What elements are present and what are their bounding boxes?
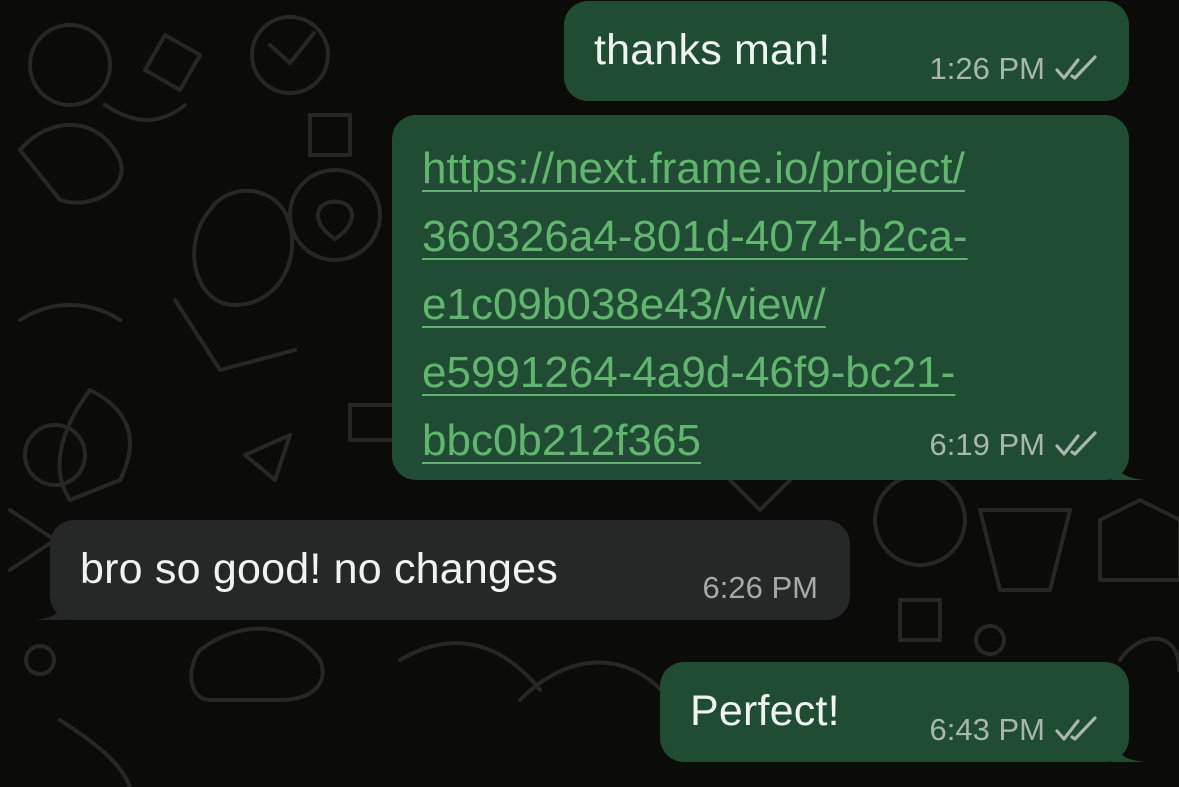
message-meta: 6:26 PM bbox=[703, 570, 818, 606]
link-line-4[interactable]: e5991264-4a9d-46f9-bc21- bbox=[422, 348, 955, 397]
message-outgoing-2[interactable]: Perfect! 6:43 PM bbox=[660, 662, 1145, 762]
message-meta: 6:43 PM bbox=[930, 712, 1101, 748]
message-outgoing-1[interactable]: thanks man! 1:26 PM bbox=[564, 1, 1129, 101]
message-text: Perfect! bbox=[690, 687, 840, 735]
message-meta: 1:26 PM bbox=[930, 51, 1101, 87]
link-line-5[interactable]: bbc0b212f365 bbox=[422, 416, 701, 465]
message-meta: 6:19 PM bbox=[930, 427, 1101, 463]
bubble-tail bbox=[1111, 446, 1145, 480]
message-incoming-1[interactable]: bro so good! no changes 6:26 PM bbox=[34, 520, 850, 620]
link-line-2[interactable]: 360326a4-801d-4074-b2ca- bbox=[422, 212, 968, 261]
bubble-tail bbox=[1111, 728, 1145, 762]
double-check-icon bbox=[1055, 431, 1097, 456]
message-time: 6:26 PM bbox=[702, 570, 818, 605]
message-time: 6:19 PM bbox=[929, 427, 1045, 462]
link-line-1[interactable]: https://next.frame.io/project/ bbox=[422, 144, 965, 193]
message-outgoing-link[interactable]: https://next.frame.io/project/ 360326a4-… bbox=[392, 115, 1145, 480]
message-link[interactable]: https://next.frame.io/project/ 360326a4-… bbox=[422, 135, 1122, 475]
double-check-icon bbox=[1055, 55, 1097, 80]
message-text: thanks man! bbox=[594, 26, 831, 74]
bubble-tail bbox=[34, 586, 68, 620]
link-line-3[interactable]: e1c09b038e43/view/ bbox=[422, 280, 826, 329]
message-time: 6:43 PM bbox=[929, 712, 1045, 747]
double-check-icon bbox=[1055, 716, 1097, 741]
chat-thread[interactable]: thanks man! 1:26 PM https://next.frame.i… bbox=[0, 0, 1179, 787]
message-text: bro so good! no changes bbox=[80, 545, 558, 593]
message-time: 1:26 PM bbox=[929, 51, 1045, 86]
